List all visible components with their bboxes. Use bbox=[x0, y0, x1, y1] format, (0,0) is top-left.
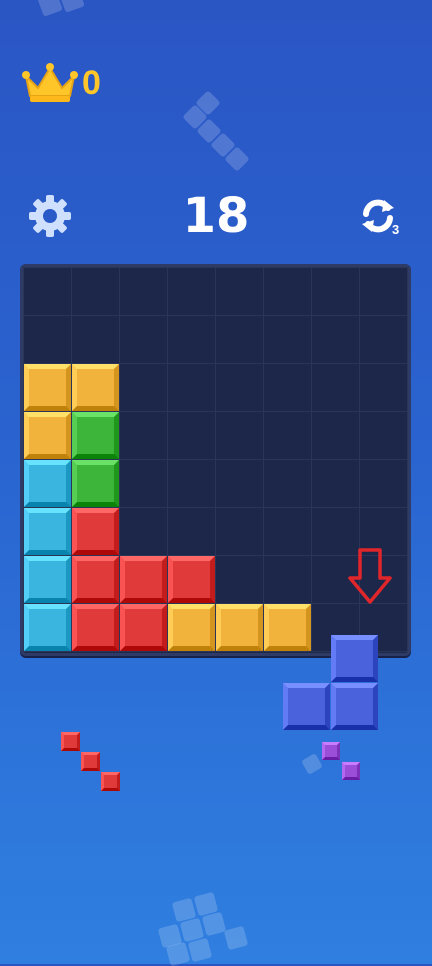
board-cell bbox=[23, 315, 72, 364]
board-cell bbox=[263, 411, 312, 460]
board-cell bbox=[167, 507, 216, 556]
board-cell bbox=[263, 555, 312, 604]
piece-block-red bbox=[61, 732, 80, 751]
board-cell bbox=[215, 267, 264, 316]
board-cell bbox=[167, 267, 216, 316]
crown-icon bbox=[22, 63, 78, 102]
board-cell bbox=[215, 411, 264, 460]
board-cell bbox=[263, 363, 312, 412]
board-cell bbox=[263, 267, 312, 316]
board-cell bbox=[359, 267, 408, 316]
board-cell bbox=[167, 411, 216, 460]
board-cell bbox=[215, 363, 264, 412]
board-cell bbox=[119, 267, 168, 316]
board-cell bbox=[359, 411, 408, 460]
board-cell bbox=[71, 267, 120, 316]
block-yellow bbox=[168, 604, 215, 651]
board-cell bbox=[119, 315, 168, 364]
board-cell bbox=[359, 315, 408, 364]
board-cell bbox=[23, 267, 72, 316]
block-red bbox=[168, 556, 215, 603]
board-cell bbox=[311, 459, 360, 508]
piece-block-red bbox=[101, 772, 120, 791]
board-cell bbox=[119, 363, 168, 412]
piece-block-blue bbox=[283, 683, 330, 730]
board-cell bbox=[215, 555, 264, 604]
piece-block-blue bbox=[331, 683, 378, 730]
piece-block-purple bbox=[322, 742, 340, 760]
block-yellow bbox=[216, 604, 263, 651]
board-cell bbox=[311, 315, 360, 364]
block-yellow bbox=[24, 412, 71, 459]
board-cell bbox=[215, 315, 264, 364]
refresh-count: 3 bbox=[392, 222, 400, 237]
board-cell bbox=[119, 507, 168, 556]
block-yellow bbox=[72, 364, 119, 411]
block-red bbox=[120, 604, 167, 651]
block-red bbox=[120, 556, 167, 603]
refresh-button[interactable]: 3 bbox=[358, 196, 404, 242]
best-score-value: 0 bbox=[82, 64, 101, 102]
board-cell bbox=[359, 459, 408, 508]
board-cell bbox=[119, 459, 168, 508]
board-cell bbox=[167, 459, 216, 508]
block-cyan bbox=[24, 556, 71, 603]
piece-block-purple bbox=[342, 762, 360, 780]
board-cell bbox=[359, 363, 408, 412]
block-cyan bbox=[24, 460, 71, 507]
board-cell bbox=[263, 315, 312, 364]
board-cell bbox=[215, 507, 264, 556]
block-cyan bbox=[24, 604, 71, 651]
down-arrow-icon bbox=[348, 548, 392, 604]
block-red bbox=[72, 556, 119, 603]
block-green bbox=[72, 412, 119, 459]
board-cell bbox=[311, 363, 360, 412]
best-score: 0 bbox=[22, 62, 101, 104]
block-cyan bbox=[24, 508, 71, 555]
block-red bbox=[72, 508, 119, 555]
board-cell bbox=[263, 507, 312, 556]
board-cell bbox=[263, 459, 312, 508]
piece-block-blue bbox=[331, 635, 378, 682]
board-cell bbox=[311, 267, 360, 316]
piece-block-red bbox=[81, 752, 100, 771]
board-cell bbox=[119, 411, 168, 460]
board-cell bbox=[311, 411, 360, 460]
block-red bbox=[72, 604, 119, 651]
board-cell bbox=[167, 363, 216, 412]
board-cell bbox=[215, 459, 264, 508]
board-cell bbox=[167, 315, 216, 364]
board-cell bbox=[71, 315, 120, 364]
block-yellow bbox=[264, 604, 311, 651]
block-green bbox=[72, 460, 119, 507]
block-yellow bbox=[24, 364, 71, 411]
